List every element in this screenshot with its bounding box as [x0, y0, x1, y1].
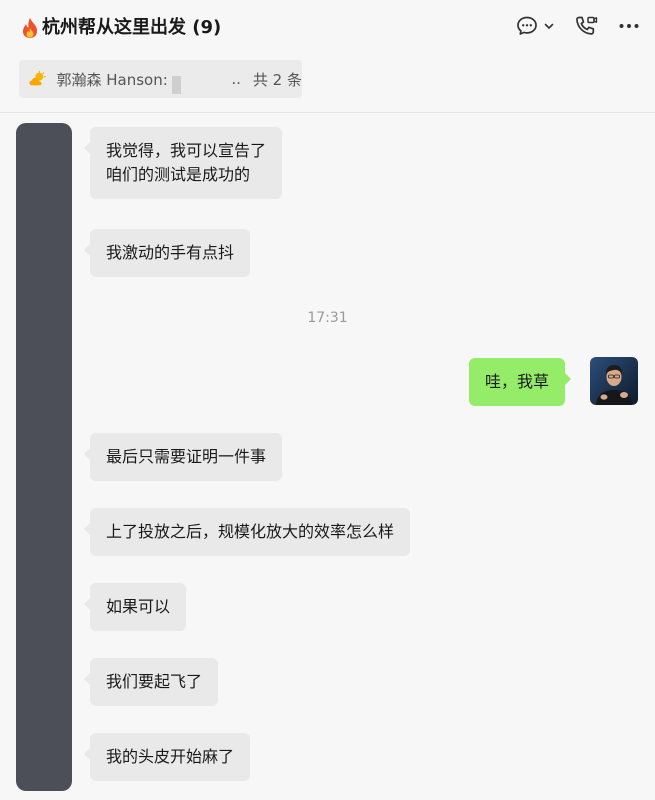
- pinned-count: 共 2 条: [252, 70, 302, 89]
- call-button[interactable]: [573, 14, 599, 38]
- message-bubble[interactable]: 如果可以: [83, 583, 187, 631]
- message-bubble[interactable]: 我的头皮开始麻了: [83, 733, 251, 781]
- chat-bubble-icon: [517, 16, 537, 35]
- fire-emoji-icon: [23, 18, 37, 38]
- user-photo-icon: [590, 357, 638, 405]
- sun-cloud-icon: [29, 70, 46, 86]
- pinned-ellipsis: ..: [231, 70, 241, 88]
- avatar[interactable]: [590, 357, 638, 405]
- redacted-avatar-column: [16, 123, 72, 791]
- header-actions: [515, 14, 641, 38]
- pinned-sender: 郭瀚森 Hanson:: [56, 70, 168, 89]
- chevron-down-icon: [544, 23, 554, 29]
- chat-title[interactable]: 杭州帮从这里出发 (9): [20, 14, 221, 42]
- message-bubble[interactable]: 我激动的手有点抖: [83, 229, 251, 277]
- message-timestamp: 17:31: [307, 310, 348, 326]
- redacted-text: [171, 76, 182, 94]
- chat-options-button[interactable]: [515, 14, 555, 38]
- message-bubble[interactable]: 最后只需要证明一件事: [83, 433, 283, 481]
- message-bubble[interactable]: 我们要起飞了: [83, 658, 219, 706]
- chat-header: 杭州帮从这里出发 (9) 郭瀚森 Hanson: .. 共 2 条: [0, 0, 655, 113]
- phone-video-icon: [576, 16, 598, 35]
- chat-title-text: 杭州帮从这里出发 (9): [42, 17, 222, 38]
- message-bubble[interactable]: 上了投放之后，规模化放大的效率怎么样: [83, 508, 411, 556]
- message-bubble-outgoing[interactable]: 哇，我草: [469, 358, 572, 406]
- pinned-message-bar[interactable]: 郭瀚森 Hanson: .. 共 2 条: [19, 60, 302, 98]
- more-icon: [619, 24, 639, 28]
- more-button[interactable]: [617, 14, 641, 38]
- message-bubble[interactable]: 我觉得，我可以宣告了 咱们的测试是成功的: [83, 127, 283, 199]
